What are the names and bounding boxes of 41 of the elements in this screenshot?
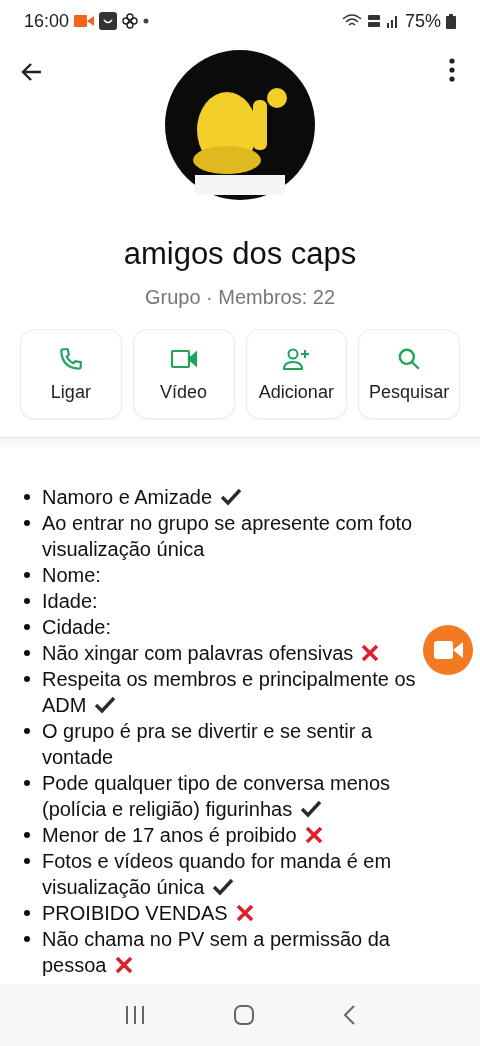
rule-text: Idade: [42,589,99,614]
group-name: amigos dos caps [122,236,358,272]
check-mark-icon [300,800,323,818]
battery-percent: 75% [404,10,441,32]
rule-text: Não chama no PV sem a permissão da pessoa [42,927,391,978]
dot-icon [143,18,150,24]
check-mark-icon [220,488,243,506]
floating-video-button[interactable] [422,624,474,676]
action-button[interactable]: Ligar [20,329,122,419]
rule-text: O grupo é pra se divertir e se sentir a vontade [42,719,374,770]
recent-apps-icon[interactable] [123,1005,146,1025]
rule-text: Cidade: [42,615,112,640]
app-icon [99,12,118,30]
more-options-icon[interactable] [449,58,455,82]
group-subtitle: Grupo · Membros: 22 [143,286,337,309]
rule-text: Namoro e Amizade [42,484,432,510]
signal-icon [385,14,400,28]
pinwheel-icon [122,13,139,29]
back-arrow-icon[interactable] [20,62,42,82]
action-button[interactable]: Vídeo [132,329,235,419]
home-icon[interactable] [233,1004,255,1026]
check-mark-icon [94,696,117,714]
rule-text: Fotos e vídeos quando for manda é em visualização única [42,849,393,900]
action-button[interactable]: Pesquisar [358,329,460,419]
rule-text: Pode qualquer tipo de conversa menos (polícia e religião) figurinhas [42,771,391,822]
action-button[interactable]: Adicionar [245,329,348,419]
recorder-icon [74,14,95,28]
status-time: 16:00 [24,10,70,32]
phone-icon [57,345,84,372]
rule-text: PROIBIDO VENDAS [42,900,432,926]
cross-mark-icon [114,956,133,974]
back-icon[interactable] [342,1004,357,1026]
rule-text: Menor de 17 anos é proibido [42,822,432,848]
cross-mark-icon [235,904,254,922]
rule-text: Respeita os membros e principalmente os ADM [42,667,417,718]
check-mark-icon [212,878,235,896]
rule-text: Nome: [42,563,102,588]
battery-icon [446,13,456,29]
rule-text: Ao entrar no grupo se apresente com foto visualização única [42,511,414,562]
cross-mark-icon [304,826,323,844]
cross-mark-icon [361,644,380,662]
